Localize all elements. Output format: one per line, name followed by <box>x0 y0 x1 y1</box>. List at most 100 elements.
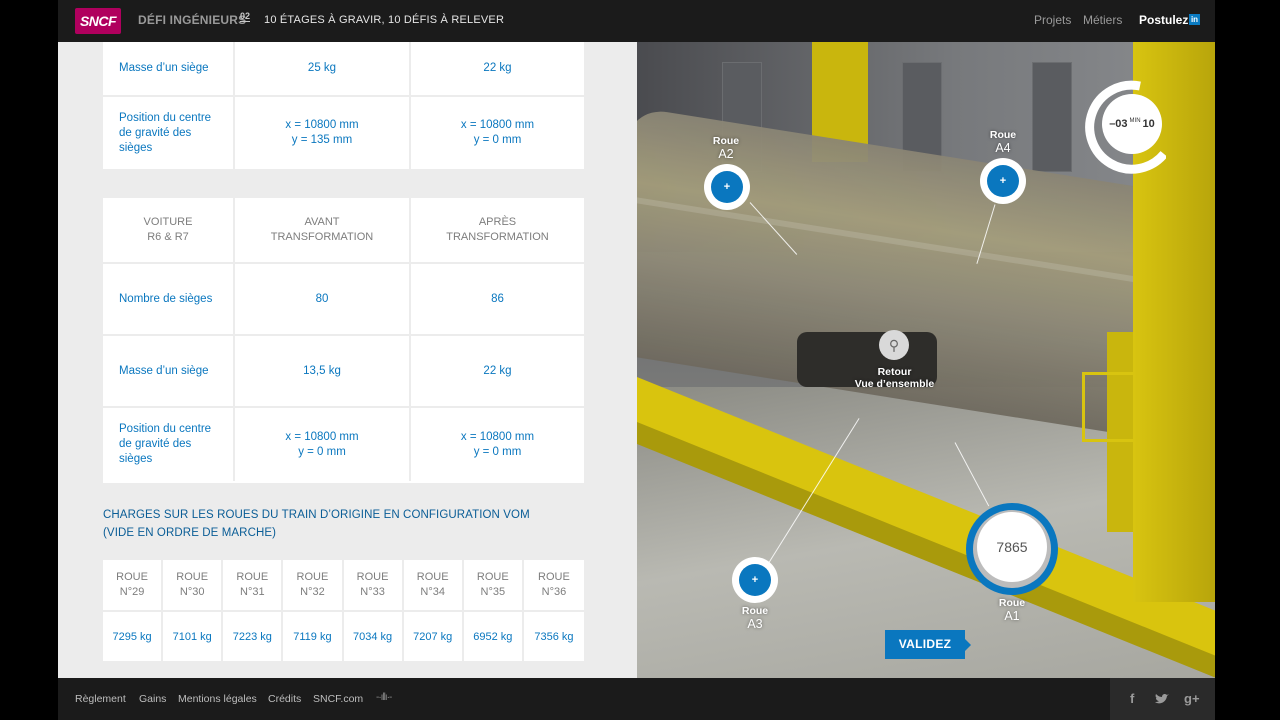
label-id: A2 <box>718 147 734 161</box>
wheel-load-value: 7223 kg <box>232 630 272 643</box>
train-stripe <box>637 195 1147 285</box>
wheel-header: ROUE N°32 <box>296 571 329 598</box>
wheel-a4-hotspot[interactable]: + <box>980 158 1026 204</box>
wheel-column: ROUE N°32 7119 kg <box>283 560 342 661</box>
wheel-load-value: 7119 kg <box>293 630 332 643</box>
wheel-column: ROUE N°35 6952 kg <box>463 560 522 661</box>
wheel-load-value: 7356 kg <box>534 630 574 643</box>
nav-projets[interactable]: Projets <box>1034 13 1071 27</box>
label-id: A3 <box>747 617 763 631</box>
wheel-load-value: 7295 kg <box>112 630 152 643</box>
nav-postulez[interactable]: Postulez <box>1139 13 1188 27</box>
social-links: f g+ <box>1110 678 1215 720</box>
top-bar: SNCF DÉFI INGÉNIEURS 02 10 ÉTAGES À GRAV… <box>58 0 1215 42</box>
wheel-column: ROUE N°31 7223 kg <box>223 560 282 661</box>
row-label: Nombre de sièges <box>119 292 213 305</box>
row-label: Position du centre de gravité des sièges <box>119 111 212 154</box>
wheel-a3-label: Roue A3 <box>730 605 780 632</box>
wheel-a1-label: Roue A1 <box>987 597 1037 624</box>
plus-icon: + <box>711 171 743 203</box>
value-before: x = 10800 mm y = 0 mm <box>285 430 359 458</box>
wheel-a3-hotspot[interactable]: + <box>732 557 778 603</box>
tagline: 10 ÉTAGES À GRAVIR, 10 DÉFIS À RELEVER <box>264 14 505 26</box>
header-voiture: VOITURE R6 & R7 <box>143 216 193 243</box>
data-panel: Masse d’un siège 25 kg 22 kg Position du… <box>58 42 637 678</box>
table-row: Position du centre de gravité des sièges… <box>103 97 584 169</box>
footer: Règlement Gains Mentions légales Crédits… <box>58 678 1215 720</box>
wheel-loads-title: CHARGES SUR LES ROUES DU TRAIN D’ORIGINE… <box>103 509 530 539</box>
google-plus-icon[interactable]: g+ <box>1184 691 1200 706</box>
table-header-row: VOITURE R6 & R7 AVANT TRANSFORMATION APR… <box>103 198 584 264</box>
wheel-column: ROUE N°33 7034 kg <box>343 560 402 661</box>
wheel-loads-table: ROUE N°29 7295 kg ROUE N°30 7101 kg ROUE N°3… <box>103 560 584 661</box>
wheel-load-value: 7101 kg <box>172 630 212 643</box>
header-apres: APRÈS TRANSFORMATION <box>446 216 549 243</box>
wheel-column: ROUE N°29 7295 kg <box>103 560 162 661</box>
table-row: Position du centre de gravité des sièges… <box>103 408 584 481</box>
row-label: Masse d’un siège <box>119 62 209 74</box>
footer-link-credits[interactable]: Crédits <box>268 693 301 705</box>
wheel-header: ROUE N°30 <box>176 571 209 598</box>
plus-icon: + <box>987 165 1019 197</box>
row-label: Position du centre de gravité des sièges <box>119 423 212 465</box>
nav-metiers[interactable]: Métiers <box>1083 13 1122 27</box>
timer-seconds: 10 <box>1142 118 1155 130</box>
label-word: Roue <box>712 135 740 147</box>
value-after: x = 10800 mm y = 0 mm <box>460 119 535 146</box>
twitter-icon[interactable] <box>1154 693 1170 705</box>
magnifier-icon[interactable]: ⚲ <box>879 330 909 360</box>
wheel-a2-hotspot[interactable]: + <box>704 164 750 210</box>
seat-table-previous: Masse d’un siège 25 kg 22 kg Position du… <box>103 42 584 169</box>
sncf-logo[interactable]: SNCF <box>75 8 121 34</box>
wheel-a4-label: Roue A4 <box>978 129 1028 156</box>
back-overview-label[interactable]: Retour Vue d’ensemble <box>837 366 952 390</box>
wheel-a2-label: Roue A2 <box>701 135 751 162</box>
wheel-header: ROUE N°31 <box>236 571 269 598</box>
hangar-window <box>1032 62 1072 172</box>
table-row: Masse d’un siège 13,5 kg 22 kg <box>103 336 584 408</box>
value-after: 22 kg <box>483 364 512 377</box>
wheel-column: ROUE N°36 7356 kg <box>523 560 584 661</box>
wheel-column: ROUE N°30 7101 kg <box>163 560 222 661</box>
seat-table-r6-r7: VOITURE R6 & R7 AVANT TRANSFORMATION APR… <box>103 198 584 483</box>
value-after: 22 kg <box>483 62 512 74</box>
timer-minutes: –03 <box>1109 118 1128 130</box>
wheel-column: ROUE N°34 7207 kg <box>403 560 462 661</box>
wheel-header: ROUE N°35 <box>476 571 509 598</box>
timer-unit: MIN <box>1129 118 1141 124</box>
footer-link-sncf[interactable]: SNCF.com <box>313 693 363 705</box>
brand-title[interactable]: DÉFI INGÉNIEURS <box>138 13 246 27</box>
zoom-line1: Retour <box>877 366 912 378</box>
value-before: 25 kg <box>307 62 337 74</box>
sound-wave-icon[interactable]: -·ıllı·- <box>376 692 392 703</box>
plus-icon: + <box>739 564 771 596</box>
validate-button[interactable]: VALIDEZ <box>885 630 971 659</box>
value-before: 13,5 kg <box>303 364 341 377</box>
row-label: Masse d’un siège <box>119 364 209 377</box>
wheel-header: ROUE N°29 <box>116 571 148 598</box>
wheel-header: ROUE N°33 <box>356 571 389 598</box>
wheel-load-value: 7207 kg <box>413 630 453 643</box>
value-after: x = 10800 mm y = 0 mm <box>460 430 535 458</box>
label-word: Roue <box>989 129 1017 141</box>
train-3d-view[interactable]: Roue A2 + Roue A4 + + Roue A3 ⚲ Retour Vue d… <box>637 42 1215 678</box>
wheel-load-value: 7034 kg <box>352 630 393 643</box>
linkedin-icon[interactable]: in <box>1189 14 1200 25</box>
label-word: Roue <box>998 597 1026 609</box>
wheel-load-value: 6952 kg <box>473 630 513 643</box>
footer-link-gains[interactable]: Gains <box>139 693 166 705</box>
header-avant: AVANT TRANSFORMATION <box>270 216 374 243</box>
value-before: x = 10800 mm y = 135 mm <box>285 119 359 146</box>
table-row: Nombre de sièges 80 86 <box>103 264 584 336</box>
wheel-header: ROUE N°34 <box>416 571 449 598</box>
episode-number: 02 <box>240 11 251 22</box>
facebook-icon[interactable]: f <box>1130 691 1134 706</box>
label-id: A4 <box>995 141 1011 155</box>
zoom-line2: Vue d’ensemble <box>854 378 935 390</box>
wheel-header: ROUE N°36 <box>538 571 570 598</box>
label-word: Roue <box>741 605 769 617</box>
footer-link-reglement[interactable]: Règlement <box>75 693 126 705</box>
footer-link-mentions[interactable]: Mentions légales <box>178 693 257 705</box>
wheel-a1-answer-input[interactable]: 7865 <box>977 512 1047 582</box>
label-id: A1 <box>1004 609 1020 623</box>
